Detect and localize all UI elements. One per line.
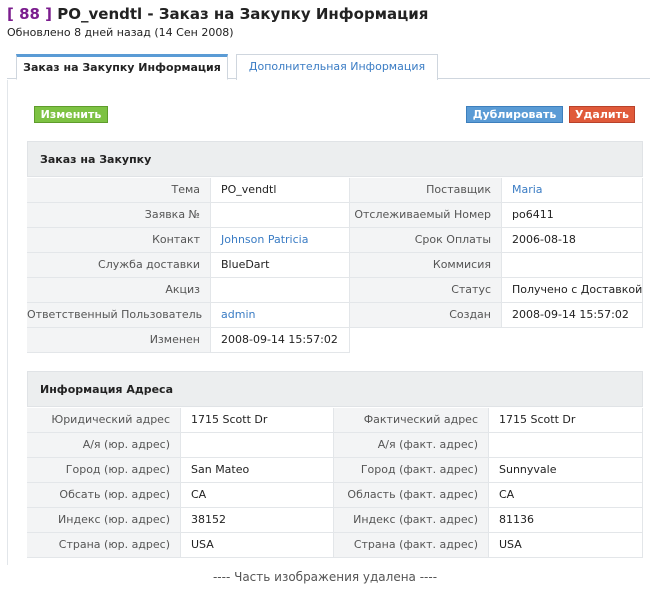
field-value: po6411 <box>502 203 643 228</box>
field-value <box>181 433 334 458</box>
field-value <box>502 253 643 278</box>
field-label: А/я (факт. адрес) <box>334 433 489 458</box>
delete-button[interactable]: Удалить <box>569 106 635 123</box>
field-label: А/я (юр. адрес) <box>27 433 181 458</box>
field-label: Юридический адрес <box>27 408 181 433</box>
field-link[interactable]: Maria <box>502 178 643 203</box>
detail-panel: Изменить Дублировать Удалить Заказ на За… <box>7 80 650 565</box>
po-section-header: Заказ на Закупку <box>27 141 643 177</box>
field-label: Заявка № <box>27 203 211 228</box>
footer-note: ---- Часть изображения удалена ---- <box>212 570 438 584</box>
table-row: Изменен 2008-09-14 15:57:02 <box>27 328 350 353</box>
field-value: USA <box>489 533 643 558</box>
field-label: Поставщик <box>350 178 502 203</box>
field-label: Тема <box>27 178 211 203</box>
field-label: Фактический адрес <box>334 408 489 433</box>
field-label: Обсать (юр. адрес) <box>27 483 181 508</box>
field-label: Область (факт. адрес) <box>334 483 489 508</box>
duplicate-button[interactable]: Дублировать <box>466 106 563 123</box>
field-label: Изменен <box>27 328 211 353</box>
field-label: Акциз <box>27 278 211 303</box>
field-value: Получено с Доставкой <box>502 278 643 303</box>
field-value: PO_vendtl <box>211 178 350 203</box>
field-label: Индекс (факт. адрес) <box>334 508 489 533</box>
field-value: San Mateo <box>181 458 334 483</box>
field-link[interactable]: admin <box>211 303 350 328</box>
field-value: 2008-09-14 15:57:02 <box>211 328 350 353</box>
field-label: Город (юр. адрес) <box>27 458 181 483</box>
field-value: 81136 <box>489 508 643 533</box>
field-value <box>211 278 350 303</box>
table-row: Тема PO_vendtl Поставщик Maria <box>27 178 643 203</box>
table-row: Юридический адрес 1715 Scott Dr Фактически… <box>27 408 643 433</box>
field-link[interactable]: Johnson Patricia <box>211 228 350 253</box>
field-label: Контакт <box>27 228 211 253</box>
page-title: [ 88 ] PO_vendtl - Заказ на Закупку Инфо… <box>7 5 650 24</box>
table-row: Страна (юр. адрес) USA Страна (факт. адрес… <box>27 533 643 558</box>
field-label: Создан <box>350 303 502 328</box>
table-row: Обсать (юр. адрес) CA Область (факт. адрес… <box>27 483 643 508</box>
field-label: Коммисия <box>350 253 502 278</box>
table-row: Индекс (юр. адрес) 38152 Индекс (факт. адр… <box>27 508 643 533</box>
table-row: Контакт Johnson Patricia Срок Оплаты 2006-0… <box>27 228 643 253</box>
address-section-header: Информация Адреса <box>27 371 643 407</box>
field-value: CA <box>489 483 643 508</box>
field-label: Срок Оплаты <box>350 228 502 253</box>
field-value <box>489 433 643 458</box>
field-label: Ответственный Пользователь <box>27 303 211 328</box>
field-label: Город (факт. адрес) <box>334 458 489 483</box>
field-label: Отслеживаемый Номер <box>350 203 502 228</box>
field-value: 2006-08-18 <box>502 228 643 253</box>
tab-po-info[interactable]: Заказ на Закупку Информация <box>16 54 228 80</box>
field-value: 1715 Scott Dr <box>181 408 334 433</box>
field-label: Служба доставки <box>27 253 211 278</box>
field-value <box>211 203 350 228</box>
edit-button[interactable]: Изменить <box>34 106 108 123</box>
field-label: Страна (факт. адрес) <box>334 533 489 558</box>
field-value: CA <box>181 483 334 508</box>
table-row: А/я (юр. адрес) А/я (факт. адрес) <box>27 433 643 458</box>
updated-info: Обновлено 8 дней назад (14 Сен 2008) <box>7 26 234 39</box>
table-row: Ответственный Пользователь admin Создан 200… <box>27 303 643 328</box>
field-value: 1715 Scott Dr <box>489 408 643 433</box>
field-value: 38152 <box>181 508 334 533</box>
field-value: USA <box>181 533 334 558</box>
field-label: Индекс (юр. адрес) <box>27 508 181 533</box>
field-label: Статус <box>350 278 502 303</box>
table-row: Акциз Статус Получено с Доставкой <box>27 278 643 303</box>
field-value: BlueDart <box>211 253 350 278</box>
tab-bar: Заказ на Закупку Информация Дополнительн… <box>7 52 650 80</box>
page-header: [ 88 ] PO_vendtl - Заказ на Закупку Инфо… <box>0 0 650 44</box>
field-label: Страна (юр. адрес) <box>27 533 181 558</box>
field-value: 2008-09-14 15:57:02 <box>502 303 643 328</box>
table-row: Город (юр. адрес) San Mateo Город (факт. а… <box>27 458 643 483</box>
record-title: PO_vendtl - Заказ на Закупку Информация <box>57 5 429 23</box>
table-row: Служба доставки BlueDart Коммисия <box>27 253 643 278</box>
field-value: Sunnyvale <box>489 458 643 483</box>
table-row: Заявка № Отслеживаемый Номер po6411 <box>27 203 643 228</box>
tab-additional-info[interactable]: Дополнительная Информация <box>236 54 438 80</box>
record-number: [ 88 ] <box>7 5 53 23</box>
